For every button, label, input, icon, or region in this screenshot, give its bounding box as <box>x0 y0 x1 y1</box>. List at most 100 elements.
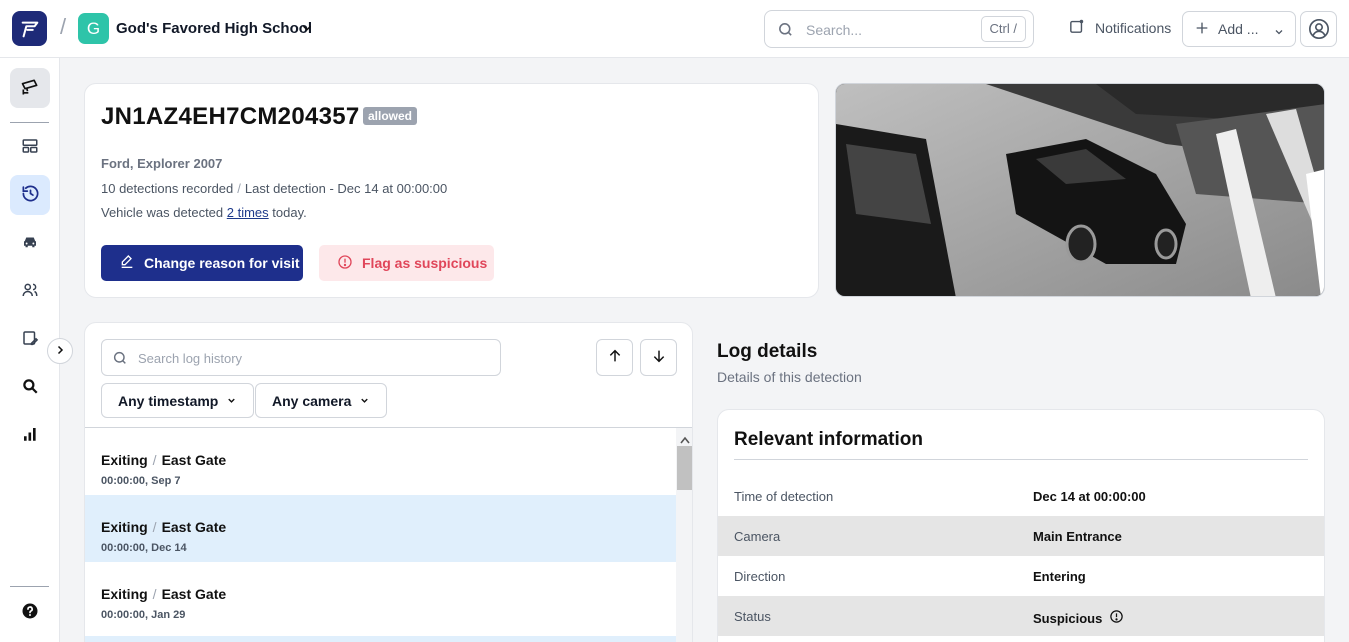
sidebar-divider <box>10 122 49 123</box>
info-label: Direction <box>734 569 786 584</box>
log-entry[interactable]: Exiting / East Gate 00:00:00, Jan 29 <box>85 562 676 629</box>
change-reason-button[interactable]: Change reason for visit <box>101 245 303 281</box>
sidebar-item-vehicles[interactable] <box>10 223 50 263</box>
last-detection: Last detection - Dec 14 at 00:00:00 <box>244 181 448 196</box>
log-entry-selected[interactable]: Exiting / East Gate 00:00:00, Dec 14 <box>85 495 676 562</box>
relevant-info-title: Relevant information <box>734 429 923 450</box>
status-badge: allowed <box>363 107 418 125</box>
log-search-placeholder: Search log history <box>138 351 243 366</box>
info-circle-icon[interactable] <box>1109 609 1124 627</box>
sidebar-item-visits[interactable] <box>10 319 50 359</box>
info-value-text: Main Entrance <box>1033 529 1122 544</box>
users-icon <box>21 281 39 302</box>
edit-icon <box>119 254 135 273</box>
log-camera: East Gate <box>161 519 227 535</box>
log-entry[interactable]: Exiting / East Gate 00:00:00, Sep 7 <box>85 428 676 495</box>
vehicle-make-model: Ford, Explorer 2007 <box>101 156 223 171</box>
info-value-text: Suspicious <box>1033 610 1103 626</box>
info-value: Entering <box>1033 569 1086 584</box>
sidebar-item-help[interactable] <box>10 592 50 632</box>
log-history-panel: Search log history Any timestamp Any cam… <box>84 322 693 642</box>
relevant-info-card: Relevant information Time of detection D… <box>717 409 1325 642</box>
flag-suspicious-button[interactable]: Flag as suspicious <box>319 245 494 281</box>
detected-suffix: today. <box>272 205 307 220</box>
add-dropdown-button[interactable]: Add ... <box>1182 11 1296 47</box>
flag-label: Flag as suspicious <box>362 255 488 271</box>
search-placeholder: Search... <box>806 22 863 38</box>
expand-sidebar-button[interactable] <box>47 338 73 364</box>
log-search-input[interactable]: Search log history <box>101 339 501 376</box>
info-row-direction: Direction Entering <box>718 556 1324 596</box>
log-time: 00:00:00, Dec 14 <box>101 542 187 554</box>
notifications-label: Notifications <box>1095 20 1172 36</box>
arrow-down-icon <box>651 348 667 367</box>
sidebar-item-analytics[interactable] <box>10 415 50 455</box>
chevron-down-icon[interactable] <box>300 21 314 38</box>
info-row-time: Time of detection Dec 14 at 00:00:00 <box>718 476 1324 516</box>
search-icon <box>777 21 794 41</box>
log-details-title: Log details <box>717 341 818 362</box>
log-direction: Exiting <box>101 586 148 602</box>
car-icon <box>21 233 39 254</box>
layout-icon <box>21 137 39 158</box>
scrollbar-thumb[interactable] <box>677 446 692 490</box>
detection-count: 10 detections recorded <box>101 181 234 196</box>
sidebar-item-history[interactable] <box>10 175 50 215</box>
sort-descending-button[interactable] <box>640 339 677 376</box>
divider <box>734 459 1308 460</box>
search-icon <box>21 377 39 398</box>
log-entry[interactable] <box>85 636 676 642</box>
info-value: Dec 14 at 00:00:00 <box>1033 489 1146 504</box>
add-label: Add ... <box>1218 21 1259 37</box>
clipboard-pen-icon <box>21 329 39 350</box>
license-plate: JN1AZ4EH7CM204357 <box>101 103 360 130</box>
info-label: Status <box>734 609 771 624</box>
chevron-right-icon <box>54 343 66 359</box>
sidebar-divider <box>10 586 49 587</box>
breadcrumb-separator: / <box>60 14 67 39</box>
timestamp-filter-dropdown[interactable]: Any timestamp <box>101 383 255 418</box>
org-avatar[interactable]: G <box>78 13 109 44</box>
chevron-down-icon <box>1273 25 1285 41</box>
search-icon <box>112 350 128 369</box>
log-list: Exiting / East Gate 00:00:00, Sep 7 Exitin… <box>85 427 692 642</box>
log-direction: Exiting <box>101 452 148 468</box>
camera-snapshot[interactable] <box>835 83 1325 297</box>
log-time: 00:00:00, Sep 7 <box>101 475 181 487</box>
global-search-input[interactable]: Search... Ctrl / <box>764 10 1034 48</box>
info-value: Main Entrance <box>1033 529 1122 544</box>
alert-circle-icon <box>337 254 353 273</box>
detected-prefix: Vehicle was detected <box>101 205 224 220</box>
log-camera: East Gate <box>161 452 227 468</box>
camera-filter-dropdown[interactable]: Any camera <box>255 383 388 418</box>
plus-icon <box>1194 20 1210 39</box>
vehicle-summary-card: JN1AZ4EH7CM204357 allowed Ford, Explorer… <box>84 83 819 298</box>
info-row-status: Status Suspicious <box>718 596 1324 636</box>
sidebar-item-people[interactable] <box>10 271 50 311</box>
camera-filter-label: Any camera <box>272 392 352 409</box>
detected-times-link[interactable]: 2 times <box>227 205 269 220</box>
bar-chart-icon <box>21 425 39 446</box>
info-value-text: Entering <box>1033 569 1086 584</box>
user-avatar-button[interactable] <box>1300 11 1337 47</box>
info-row-camera: Camera Main Entrance <box>718 516 1324 556</box>
sidebar-item-cameras[interactable] <box>10 68 50 108</box>
log-time: 00:00:00, Jan 29 <box>101 609 186 621</box>
sidebar-item-dashboard[interactable] <box>10 127 50 167</box>
sidebar-item-search[interactable] <box>10 367 50 407</box>
help-icon <box>21 602 39 623</box>
arrow-up-icon <box>607 348 623 367</box>
camera-icon <box>20 77 40 100</box>
log-scrollbar[interactable] <box>676 428 692 642</box>
log-direction: Exiting <box>101 519 148 535</box>
search-shortcut: Ctrl / <box>980 16 1026 42</box>
app-logo[interactable] <box>12 11 47 46</box>
chevron-down-icon <box>359 393 370 409</box>
org-name[interactable]: God's Favored High School <box>116 20 312 37</box>
info-label: Time of detection <box>734 489 834 504</box>
notifications-button[interactable]: Notifications <box>1068 18 1171 38</box>
scroll-up-arrow-icon[interactable] <box>680 431 690 447</box>
log-details-subtitle: Details of this detection <box>717 369 862 385</box>
info-value-text: Dec 14 at 00:00:00 <box>1033 489 1146 504</box>
sort-ascending-button[interactable] <box>596 339 633 376</box>
